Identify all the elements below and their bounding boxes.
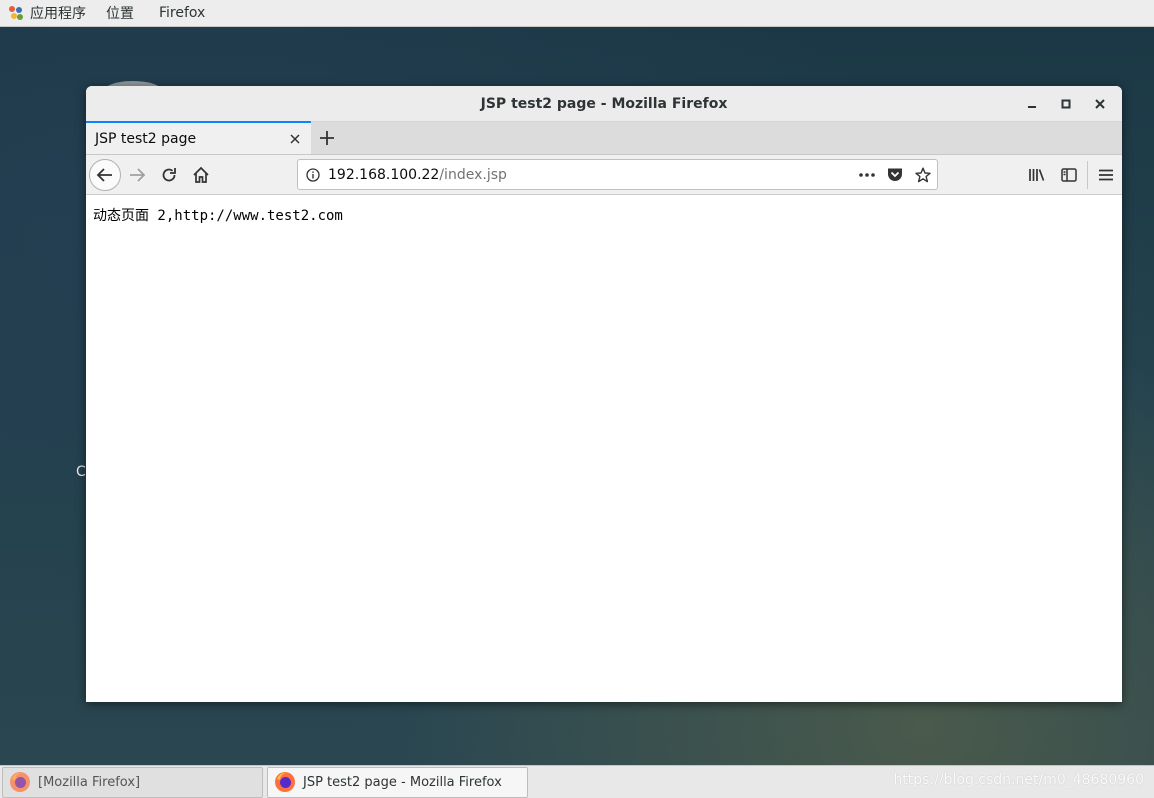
window-title: JSP test2 page - Mozilla Firefox — [480, 95, 728, 112]
hamburger-icon — [1099, 169, 1113, 181]
close-tab-icon — [290, 133, 300, 144]
tab-close-button[interactable] — [285, 129, 305, 149]
taskbar-item-label: JSP test2 page - Mozilla Firefox — [303, 774, 502, 790]
url-text[interactable]: 192.168.100.22/index.jsp — [328, 167, 853, 183]
page-content: 动态页面 2,http://www.test2.com — [86, 196, 1122, 702]
window-titlebar[interactable]: JSP test2 page - Mozilla Firefox — [86, 86, 1122, 122]
minimize-button[interactable] — [1020, 94, 1044, 114]
forward-arrow-icon — [130, 167, 146, 182]
home-icon — [193, 166, 209, 183]
window-controls — [1010, 94, 1112, 114]
page-text: 动态页面 2,http://www.test2.com — [93, 208, 343, 224]
right-toolbar — [1021, 159, 1122, 191]
back-button[interactable] — [89, 158, 121, 191]
maximize-icon — [1061, 99, 1071, 109]
taskbar-item-mozilla-firefox[interactable]: [Mozilla Firefox] — [2, 766, 263, 798]
firefox-app-menu[interactable]: Firefox — [159, 5, 205, 21]
places-label: 位置 — [106, 6, 134, 22]
sidebar-button[interactable] — [1053, 159, 1085, 191]
reload-icon — [162, 167, 176, 181]
url-path: /index.jsp — [439, 166, 507, 183]
sidebar-icon — [1061, 168, 1077, 182]
new-tab-button[interactable] — [311, 121, 343, 154]
applications-icon — [8, 5, 24, 21]
minimize-icon — [1028, 106, 1036, 108]
taskbar-item-jsp-test2[interactable]: JSP test2 page - Mozilla Firefox — [267, 766, 528, 798]
top-panel: 应用程序 位置 Firefox — [0, 0, 1154, 27]
site-info-button[interactable] — [298, 167, 328, 182]
bookmark-star-button[interactable] — [909, 161, 937, 189]
library-button[interactable] — [1021, 159, 1053, 191]
toolbar-separator — [1087, 161, 1088, 189]
url-bar[interactable]: 192.168.100.22/index.jsp — [297, 159, 938, 190]
applications-label: 应用程序 — [30, 6, 86, 22]
firefox-app-label: Firefox — [159, 5, 206, 21]
pocket-button[interactable] — [881, 161, 909, 189]
firefox-window: JSP test2 page - Mozilla Firefox JSP tes… — [86, 86, 1122, 702]
tab-jsp-test2[interactable]: JSP test2 page — [86, 121, 311, 154]
reload-button[interactable] — [153, 159, 185, 191]
pocket-icon — [888, 168, 902, 181]
back-arrow-icon — [96, 167, 112, 182]
taskbar: [Mozilla Firefox] JSP test2 page - Mozil… — [0, 765, 1154, 798]
url-host: 192.168.100.22 — [328, 166, 440, 183]
navigation-toolbar: 192.168.100.22/index.jsp — [86, 155, 1122, 195]
menu-button[interactable] — [1090, 159, 1122, 191]
more-icon — [859, 172, 875, 177]
info-icon — [306, 167, 320, 182]
forward-button[interactable] — [121, 159, 153, 191]
library-icon — [1029, 169, 1045, 181]
firefox-icon — [275, 772, 295, 792]
close-window-button[interactable] — [1088, 94, 1112, 114]
applications-menu[interactable]: 应用程序 — [8, 3, 86, 23]
watermark-text: https://blog.csdn.net/m0_48680960 — [893, 772, 1144, 788]
plus-icon — [320, 130, 334, 145]
url-actions — [853, 161, 937, 189]
close-icon — [1095, 99, 1105, 109]
tab-bar: JSP test2 page — [86, 121, 1122, 155]
maximize-button[interactable] — [1054, 94, 1078, 114]
desktop-icon-label: C — [76, 464, 86, 480]
home-button[interactable] — [185, 159, 217, 191]
tab-title: JSP test2 page — [95, 130, 197, 147]
star-icon — [915, 167, 931, 182]
places-menu[interactable]: 位置 — [106, 3, 134, 23]
page-actions-button[interactable] — [853, 161, 881, 189]
firefox-icon — [10, 772, 30, 792]
taskbar-item-label: [Mozilla Firefox] — [38, 774, 141, 790]
